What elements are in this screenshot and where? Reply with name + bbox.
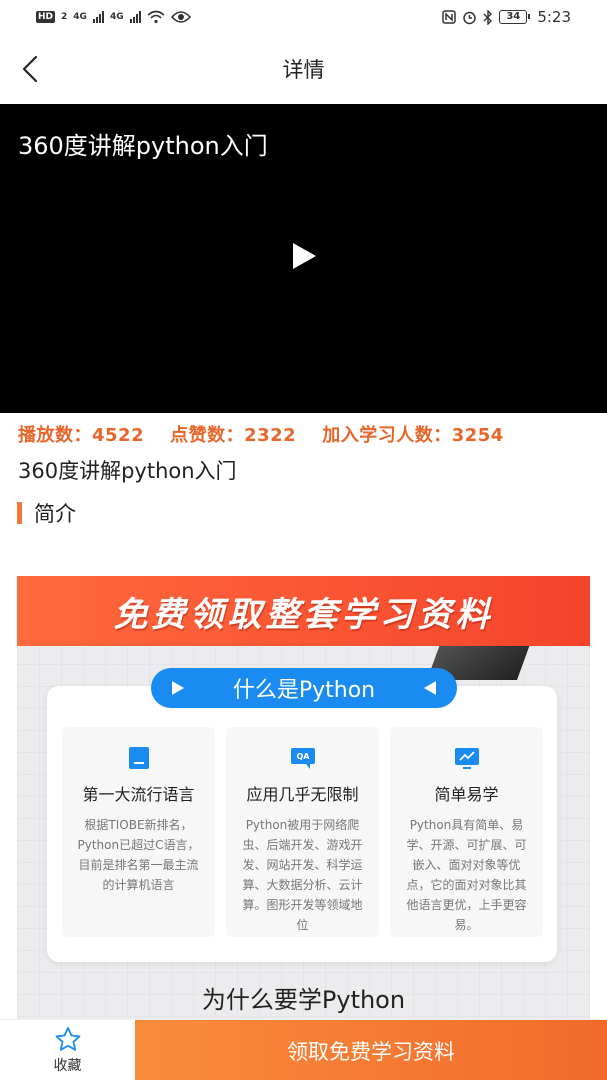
banner-footer-heading: 为什么要学Python <box>201 986 406 1014</box>
signal-icon-2 <box>129 11 141 23</box>
play-count: 播放数：4522 <box>18 425 145 446</box>
favorite-button[interactable]: 收藏 <box>0 1020 135 1080</box>
course-stats: 播放数：4522 点赞数：2322 加入学习人数：3254 <box>18 421 593 447</box>
video-player[interactable]: 360度讲解python入门 <box>0 104 607 413</box>
network-type-2: 4G <box>109 12 124 22</box>
status-time: 5:23 <box>537 8 571 26</box>
play-button[interactable] <box>284 236 324 276</box>
status-left: HD 2 4G 4G <box>36 10 191 24</box>
video-title: 360度讲解python入门 <box>18 132 268 160</box>
feature-card: 第一大流行语言 根据TIOBE新排名，Python已超过C语言，目前是排名第一最… <box>62 727 215 937</box>
back-button[interactable] <box>12 51 48 87</box>
chart-monitor-icon <box>454 748 479 769</box>
battery-icon: 34 <box>499 10 531 24</box>
feature-desc: Python具有简单、易学、开源、可扩展、可嵌入、面对对象等优点，它的面对对象比… <box>406 818 527 932</box>
network-type-1: 4G <box>73 12 87 22</box>
intro-banner-image: 免费领取整套学习资料 什么是Python 第一大流行语言 根据TIOBE新排名，… <box>17 576 590 1020</box>
bottom-action-bar: 收藏 领取免费学习资料 <box>0 1019 607 1080</box>
section-accent-bar <box>17 502 22 524</box>
signal-icon <box>92 11 104 23</box>
chevron-left-icon <box>22 55 38 83</box>
hd-indicator: HD <box>36 11 56 23</box>
banner-headline-strip: 免费领取整套学习资料 <box>17 576 590 646</box>
triangle-right-icon <box>172 681 184 695</box>
play-icon <box>293 243 316 269</box>
learner-count: 加入学习人数：3254 <box>322 425 504 446</box>
python-pill: 什么是Python <box>151 668 457 708</box>
banner-headline: 免费领取整套学习资料 <box>113 594 494 635</box>
bluetooth-icon <box>483 9 493 25</box>
nav-bar: 详情 <box>0 34 607 104</box>
feature-list: 第一大流行语言 根据TIOBE新排名，Python已超过C语言，目前是排名第一最… <box>62 727 545 937</box>
star-outline-icon <box>55 1027 80 1051</box>
feature-title: 第一大流行语言 <box>82 785 195 804</box>
favorite-label: 收藏 <box>53 1058 82 1074</box>
status-right: 34 5:23 <box>442 8 571 26</box>
nfc-icon <box>442 10 457 24</box>
status-bar: HD 2 4G 4G 34 5:23 <box>0 0 607 34</box>
pill-text: 什么是Python <box>232 678 376 703</box>
course-name: 360度讲解python入门 <box>18 459 237 483</box>
eye-icon <box>170 11 191 23</box>
feature-title: 简单易学 <box>434 785 499 804</box>
sim-indicator: 2 <box>61 12 68 22</box>
like-count: 点赞数：2322 <box>170 425 297 446</box>
feature-title: 应用几乎无限制 <box>246 785 359 804</box>
svg-text:QA: QA <box>296 752 310 761</box>
qa-chat-icon: QA <box>290 748 315 769</box>
page-title: 详情 <box>282 58 325 82</box>
feature-card: QA 应用几乎无限制 Python被用于网络爬虫、后端开发、游戏开发、网站开发、… <box>226 727 379 937</box>
document-icon <box>128 747 149 769</box>
feature-desc: Python被用于网络爬虫、后端开发、游戏开发、网站开发、科学运算、大数据分析、… <box>242 818 363 932</box>
feature-desc: 根据TIOBE新排名，Python已超过C语言，目前是排名第一最主流的计算机语言 <box>77 818 200 892</box>
triangle-left-icon <box>423 681 436 695</box>
feature-card: 简单易学 Python具有简单、易学、开源、可扩展、可嵌入、面对对象等优点，它的… <box>390 727 543 937</box>
get-free-materials-button[interactable]: 领取免费学习资料 <box>135 1020 607 1080</box>
wifi-icon <box>147 10 165 24</box>
section-title: 简介 <box>34 502 76 526</box>
intro-section-header: 简介 <box>17 498 76 528</box>
alarm-icon <box>463 11 477 24</box>
